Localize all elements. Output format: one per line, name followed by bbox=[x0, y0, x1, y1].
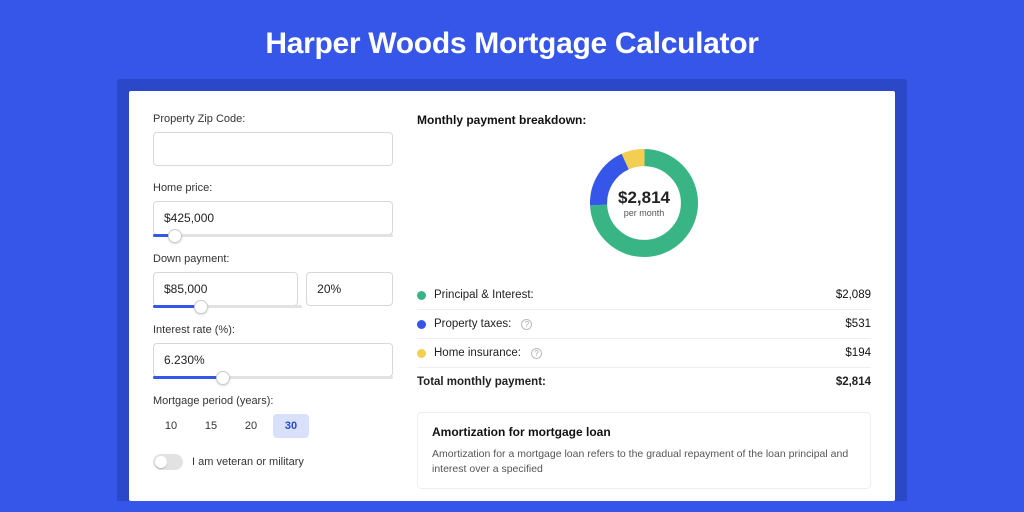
price-slider[interactable] bbox=[153, 234, 393, 237]
donut-center: $2,814 per month bbox=[584, 143, 704, 263]
help-icon[interactable]: ? bbox=[531, 348, 542, 359]
period-option-30[interactable]: 30 bbox=[273, 414, 309, 438]
page-title: Harper Woods Mortgage Calculator bbox=[0, 0, 1024, 79]
legend-insurance: Home insurance: ? $194 bbox=[417, 338, 871, 367]
legend-taxes-value: $531 bbox=[845, 318, 871, 330]
amortization-card: Amortization for mortgage loan Amortizat… bbox=[417, 412, 871, 489]
rate-slider[interactable] bbox=[153, 376, 393, 379]
legend-taxes-label: Property taxes: bbox=[434, 318, 511, 330]
period-option-10[interactable]: 10 bbox=[153, 414, 189, 438]
rate-field: Interest rate (%): bbox=[153, 324, 393, 379]
help-icon[interactable]: ? bbox=[521, 319, 532, 330]
legend-principal: Principal & Interest: $2,089 bbox=[417, 281, 871, 309]
rate-input[interactable] bbox=[153, 343, 393, 377]
veteran-row: I am veteran or military bbox=[153, 454, 393, 470]
donut-total-sub: per month bbox=[624, 208, 665, 218]
zip-field: Property Zip Code: bbox=[153, 113, 393, 166]
calculator-outer: Property Zip Code: Home price: Down paym… bbox=[117, 79, 907, 501]
zip-label: Property Zip Code: bbox=[153, 113, 393, 125]
breakdown-column: Monthly payment breakdown: $2,814 per mo… bbox=[417, 113, 871, 501]
amortization-body: Amortization for a mortgage loan refers … bbox=[432, 447, 856, 476]
breakdown-heading: Monthly payment breakdown: bbox=[417, 113, 871, 127]
down-slider-handle[interactable] bbox=[194, 300, 208, 314]
rate-label: Interest rate (%): bbox=[153, 324, 393, 336]
price-input[interactable] bbox=[153, 201, 393, 235]
calculator-card: Property Zip Code: Home price: Down paym… bbox=[129, 91, 895, 501]
donut-wrap: $2,814 per month bbox=[417, 137, 871, 281]
form-column: Property Zip Code: Home price: Down paym… bbox=[153, 113, 393, 501]
rate-slider-handle[interactable] bbox=[216, 371, 230, 385]
period-label: Mortgage period (years): bbox=[153, 395, 393, 407]
dot-insurance bbox=[417, 349, 426, 358]
veteran-toggle[interactable] bbox=[153, 454, 183, 470]
down-amount-input[interactable] bbox=[153, 272, 298, 306]
legend-taxes: Property taxes: ? $531 bbox=[417, 309, 871, 338]
donut-chart: $2,814 per month bbox=[584, 143, 704, 263]
period-field: Mortgage period (years): 10 15 20 30 bbox=[153, 395, 393, 438]
down-percent-input[interactable] bbox=[306, 272, 393, 306]
total-label: Total monthly payment: bbox=[417, 376, 546, 388]
period-options: 10 15 20 30 bbox=[153, 414, 393, 438]
rate-slider-fill bbox=[153, 376, 223, 379]
legend-insurance-label: Home insurance: bbox=[434, 347, 521, 359]
legend-insurance-value: $194 bbox=[845, 347, 871, 359]
legend-principal-value: $2,089 bbox=[836, 289, 871, 301]
period-option-20[interactable]: 20 bbox=[233, 414, 269, 438]
period-option-15[interactable]: 15 bbox=[193, 414, 229, 438]
donut-total-amount: $2,814 bbox=[618, 188, 670, 208]
dot-taxes bbox=[417, 320, 426, 329]
total-value: $2,814 bbox=[836, 376, 871, 388]
down-label: Down payment: bbox=[153, 253, 393, 265]
price-label: Home price: bbox=[153, 182, 393, 194]
dot-principal bbox=[417, 291, 426, 300]
down-field: Down payment: bbox=[153, 253, 393, 308]
zip-input[interactable] bbox=[153, 132, 393, 166]
veteran-label: I am veteran or military bbox=[192, 456, 304, 468]
total-row: Total monthly payment: $2,814 bbox=[417, 367, 871, 396]
legend-principal-label: Principal & Interest: bbox=[434, 289, 534, 301]
price-field: Home price: bbox=[153, 182, 393, 237]
price-slider-handle[interactable] bbox=[168, 229, 182, 243]
amortization-heading: Amortization for mortgage loan bbox=[432, 425, 856, 439]
down-slider[interactable] bbox=[153, 305, 302, 308]
